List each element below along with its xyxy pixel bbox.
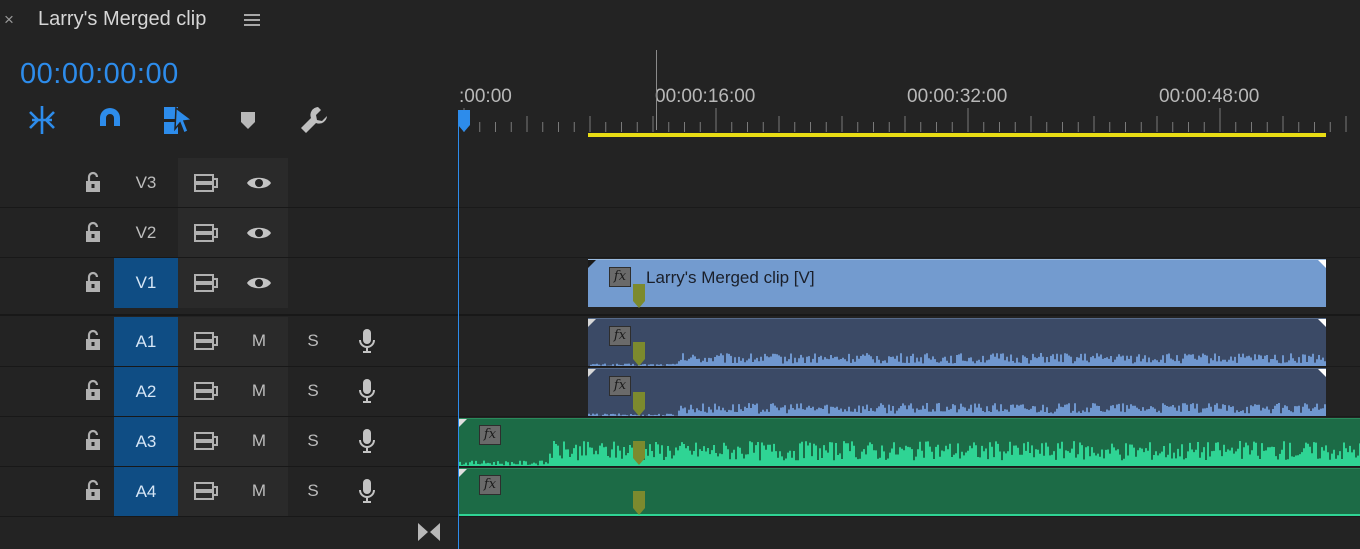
insert-overwrite-nest-icon[interactable]	[26, 104, 58, 136]
linked-selection-icon[interactable]	[162, 104, 194, 136]
track-name-a4[interactable]: A4	[114, 467, 178, 516]
lock-icon[interactable]	[83, 171, 103, 193]
track-name-a2[interactable]: A2	[114, 367, 178, 416]
track-header-a1: A1 M S	[0, 317, 458, 367]
lane-v2[interactable]	[459, 208, 1360, 258]
mute-button[interactable]: M	[247, 331, 271, 351]
eye-icon[interactable]	[245, 273, 273, 293]
solo-button[interactable]: S	[301, 381, 325, 401]
microphone-icon[interactable]	[357, 378, 377, 404]
clip-marker-icon[interactable]	[633, 441, 645, 465]
microphone-icon[interactable]	[357, 328, 377, 354]
ruler-label: 00:00:48:00	[1159, 86, 1260, 107]
lock-icon[interactable]	[83, 271, 103, 293]
fx-badge[interactable]: fx	[609, 326, 631, 346]
hover-indicator-line	[656, 50, 657, 130]
track-name-v2[interactable]: V2	[114, 208, 178, 257]
lock-icon[interactable]	[83, 479, 103, 501]
track-name-v3[interactable]: V3	[114, 158, 178, 207]
sync-lock-icon[interactable]	[193, 173, 219, 193]
sync-lock-icon[interactable]	[193, 273, 219, 293]
playhead-handle-icon[interactable]	[458, 110, 470, 132]
add-marker-icon[interactable]	[232, 104, 264, 136]
clip-marker-icon[interactable]	[633, 491, 645, 515]
ruler-label: :00:00	[459, 86, 512, 107]
collapse-tracks-icon[interactable]	[416, 520, 442, 544]
hamburger-menu-icon[interactable]	[242, 10, 262, 30]
microphone-icon[interactable]	[357, 478, 377, 504]
mute-button[interactable]: M	[247, 431, 271, 451]
clip-v1-video[interactable]: fx Larry's Merged clip [V]	[588, 259, 1326, 307]
close-panel-button[interactable]: ×	[4, 10, 20, 30]
lock-icon[interactable]	[83, 221, 103, 243]
solo-button[interactable]: S	[301, 331, 325, 351]
sync-lock-icon[interactable]	[193, 481, 219, 501]
clip-label: Larry's Merged clip [V]	[646, 268, 815, 287]
sync-lock-icon[interactable]	[193, 331, 219, 351]
fx-badge[interactable]: fx	[609, 267, 631, 287]
track-header-a3: A3 M S	[0, 417, 458, 467]
clip-a1-audio[interactable]: fx	[588, 318, 1326, 366]
clip-marker-icon[interactable]	[633, 392, 645, 416]
waveform	[588, 403, 1326, 416]
lane-v3[interactable]	[459, 158, 1360, 208]
solo-button[interactable]: S	[301, 431, 325, 451]
snap-magnet-icon[interactable]	[94, 104, 126, 136]
mute-button[interactable]: M	[247, 481, 271, 501]
waveform	[588, 353, 1326, 366]
fx-badge[interactable]: fx	[609, 376, 631, 396]
mute-button[interactable]: M	[247, 381, 271, 401]
solo-button[interactable]: S	[301, 481, 325, 501]
microphone-icon[interactable]	[357, 428, 377, 454]
clip-a2-audio[interactable]: fx	[588, 368, 1326, 416]
lock-icon[interactable]	[83, 379, 103, 401]
track-header-v2: V2	[0, 208, 458, 258]
track-header-v3: V3	[0, 158, 458, 208]
fx-badge[interactable]: fx	[479, 425, 501, 445]
sync-lock-icon[interactable]	[193, 381, 219, 401]
track-name-v1[interactable]: V1	[114, 258, 178, 308]
clip-marker-icon[interactable]	[633, 284, 645, 308]
wrench-settings-icon[interactable]	[298, 104, 330, 136]
clip-marker-icon[interactable]	[633, 342, 645, 366]
ruler-label: 00:00:32:00	[907, 86, 1008, 107]
sync-lock-icon[interactable]	[193, 223, 219, 243]
sync-lock-icon[interactable]	[193, 431, 219, 451]
track-header-a4: A4 M S	[0, 467, 458, 517]
track-header-v1: V1	[0, 258, 458, 316]
track-name-a3[interactable]: A3	[114, 417, 178, 466]
sequence-tab-title[interactable]: Larry's Merged clip	[38, 8, 206, 31]
lock-icon[interactable]	[83, 429, 103, 451]
clip-a4-audio[interactable]: fx	[459, 468, 1360, 516]
playhead-line[interactable]	[458, 118, 459, 549]
waveform	[459, 441, 1360, 466]
work-area-bar[interactable]	[588, 133, 1326, 137]
playhead-timecode[interactable]: 00:00:00:00	[20, 58, 179, 91]
track-header-a2: A2 M S	[0, 367, 458, 417]
waveform-shape	[588, 353, 1326, 366]
waveform-shape	[588, 403, 1326, 416]
track-name-a1[interactable]: A1	[114, 317, 178, 366]
eye-icon[interactable]	[245, 223, 273, 243]
clip-a3-audio[interactable]: fx	[459, 418, 1360, 466]
lock-icon[interactable]	[83, 329, 103, 351]
waveform-shape	[459, 441, 1360, 466]
ruler-label: 00:00:16:00	[655, 86, 756, 107]
eye-icon[interactable]	[245, 173, 273, 193]
fx-badge[interactable]: fx	[479, 475, 501, 495]
